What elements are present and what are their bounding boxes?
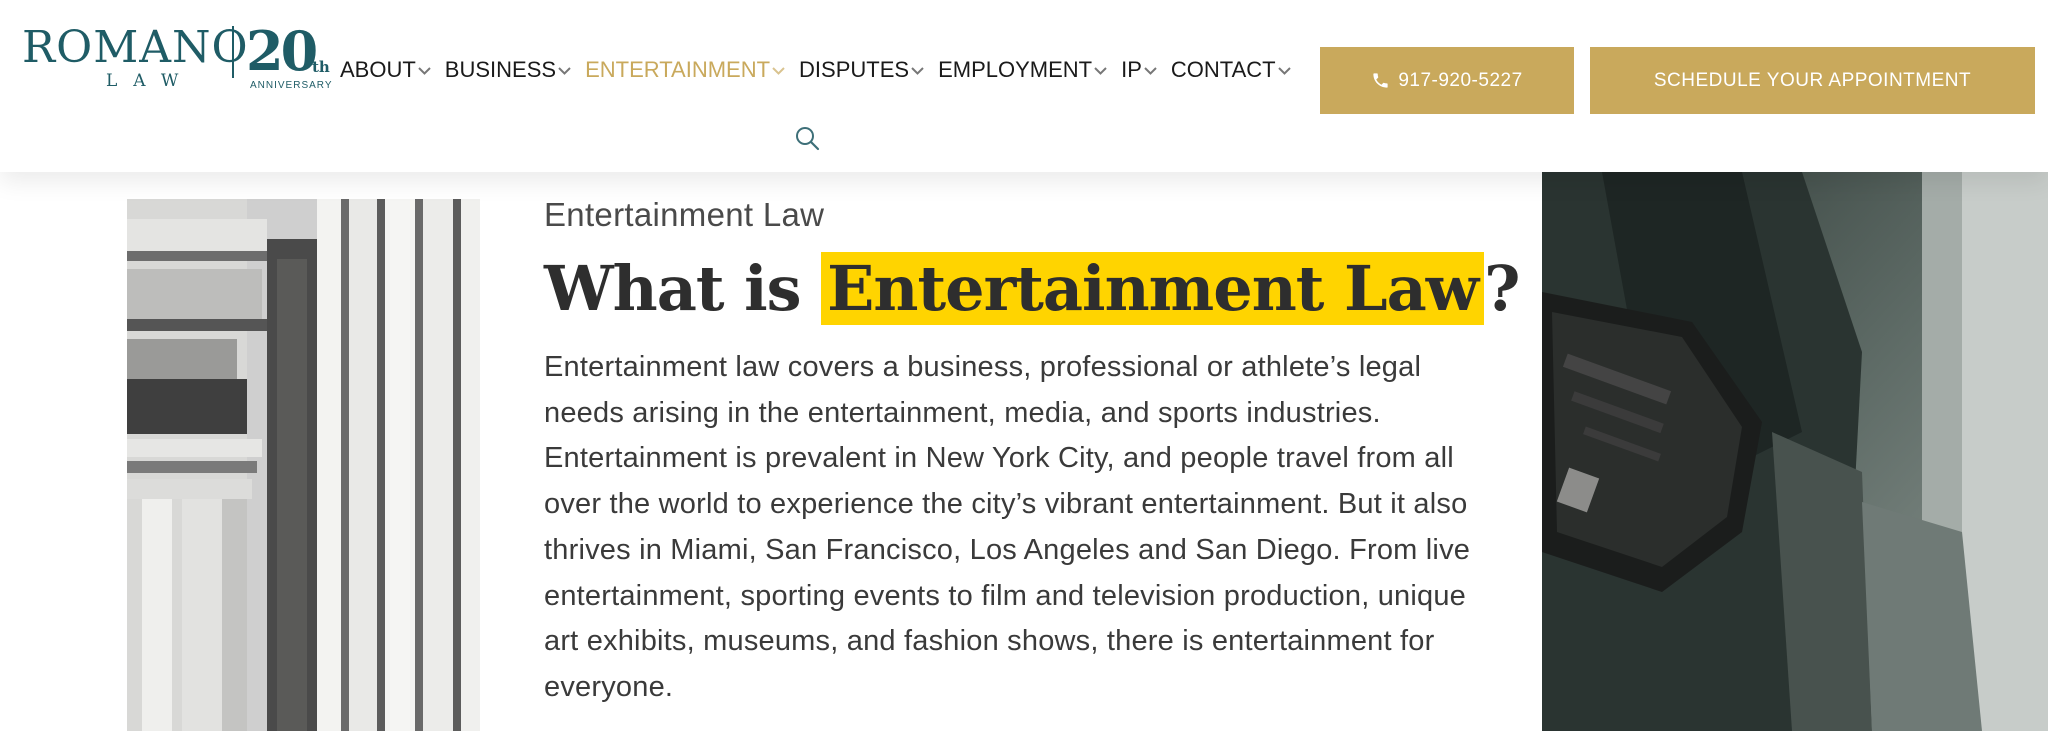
- search-icon[interactable]: [794, 125, 820, 151]
- page-title: What is Entertainment Law?: [544, 248, 1521, 330]
- nav-item-about[interactable]: ABOUT: [340, 59, 431, 81]
- camera-operator-photo: [1542, 172, 2048, 731]
- chevron-down-icon: [1277, 64, 1291, 77]
- romano-law-logo[interactable]: ROMANO LAW 20 th ANNIVERSARY: [22, 19, 332, 94]
- nav-item-ip[interactable]: IP: [1121, 59, 1157, 81]
- site-header: ROMANO LAW 20 th ANNIVERSARY ABOUT BUSIN…: [0, 0, 2048, 172]
- logo-law: LAW: [106, 71, 195, 91]
- logo-divider: [232, 26, 234, 78]
- chevron-down-icon: [911, 64, 924, 77]
- nav-item-label: ABOUT: [340, 57, 416, 82]
- main-nav: ABOUT BUSINESS ENTERTAINMENT DISPUTES EM…: [340, 54, 1305, 86]
- schedule-appointment-button[interactable]: SCHEDULE YOUR APPOINTMENT: [1590, 47, 2035, 114]
- nav-item-label: IP: [1121, 57, 1142, 82]
- call-phone-button[interactable]: 917-920-5227: [1320, 47, 1574, 114]
- chevron-down-icon: [1144, 64, 1157, 77]
- nav-item-label: BUSINESS: [444, 57, 557, 82]
- chevron-down-icon: [418, 64, 431, 77]
- section-eyebrow: Entertainment Law: [544, 196, 825, 233]
- logo-name: ROMANO: [22, 22, 249, 73]
- title-prefix: What is: [544, 252, 822, 325]
- nav-item-entertainment[interactable]: ENTERTAINMENT: [585, 59, 785, 81]
- nav-item-label: CONTACT: [1170, 57, 1276, 82]
- logo-anniversary-suffix: th: [312, 58, 330, 76]
- title-suffix: ?: [1484, 252, 1520, 325]
- title-highlight: Entertainment Law: [821, 252, 1485, 325]
- phone-number: 917-920-5227: [1398, 69, 1523, 91]
- logo-anniversary-text: ANNIVERSARY: [250, 80, 333, 91]
- logo-anniversary-number: 20: [246, 19, 318, 83]
- article-body: Entertainment law covers a business, pro…: [544, 345, 1489, 711]
- chevron-down-icon: [558, 64, 571, 77]
- schedule-appointment-label: SCHEDULE YOUR APPOINTMENT: [1653, 69, 1972, 91]
- nav-item-label: DISPUTES: [799, 57, 910, 82]
- nav-item-employment[interactable]: EMPLOYMENT: [938, 59, 1107, 81]
- nav-item-disputes[interactable]: DISPUTES: [799, 59, 924, 81]
- article-paragraph: Entertainment law covers a business, pro…: [544, 351, 1471, 703]
- nav-item-label: ENTERTAINMENT: [585, 57, 771, 82]
- nav-item-contact[interactable]: CONTACT: [1171, 59, 1291, 81]
- nav-item-label: EMPLOYMENT: [938, 57, 1093, 82]
- building-photo: [127, 199, 480, 731]
- nav-item-business[interactable]: BUSINESS: [445, 59, 571, 81]
- chevron-down-icon: [1094, 64, 1107, 77]
- chevron-down-icon: [772, 64, 785, 77]
- phone-icon: [1371, 71, 1390, 90]
